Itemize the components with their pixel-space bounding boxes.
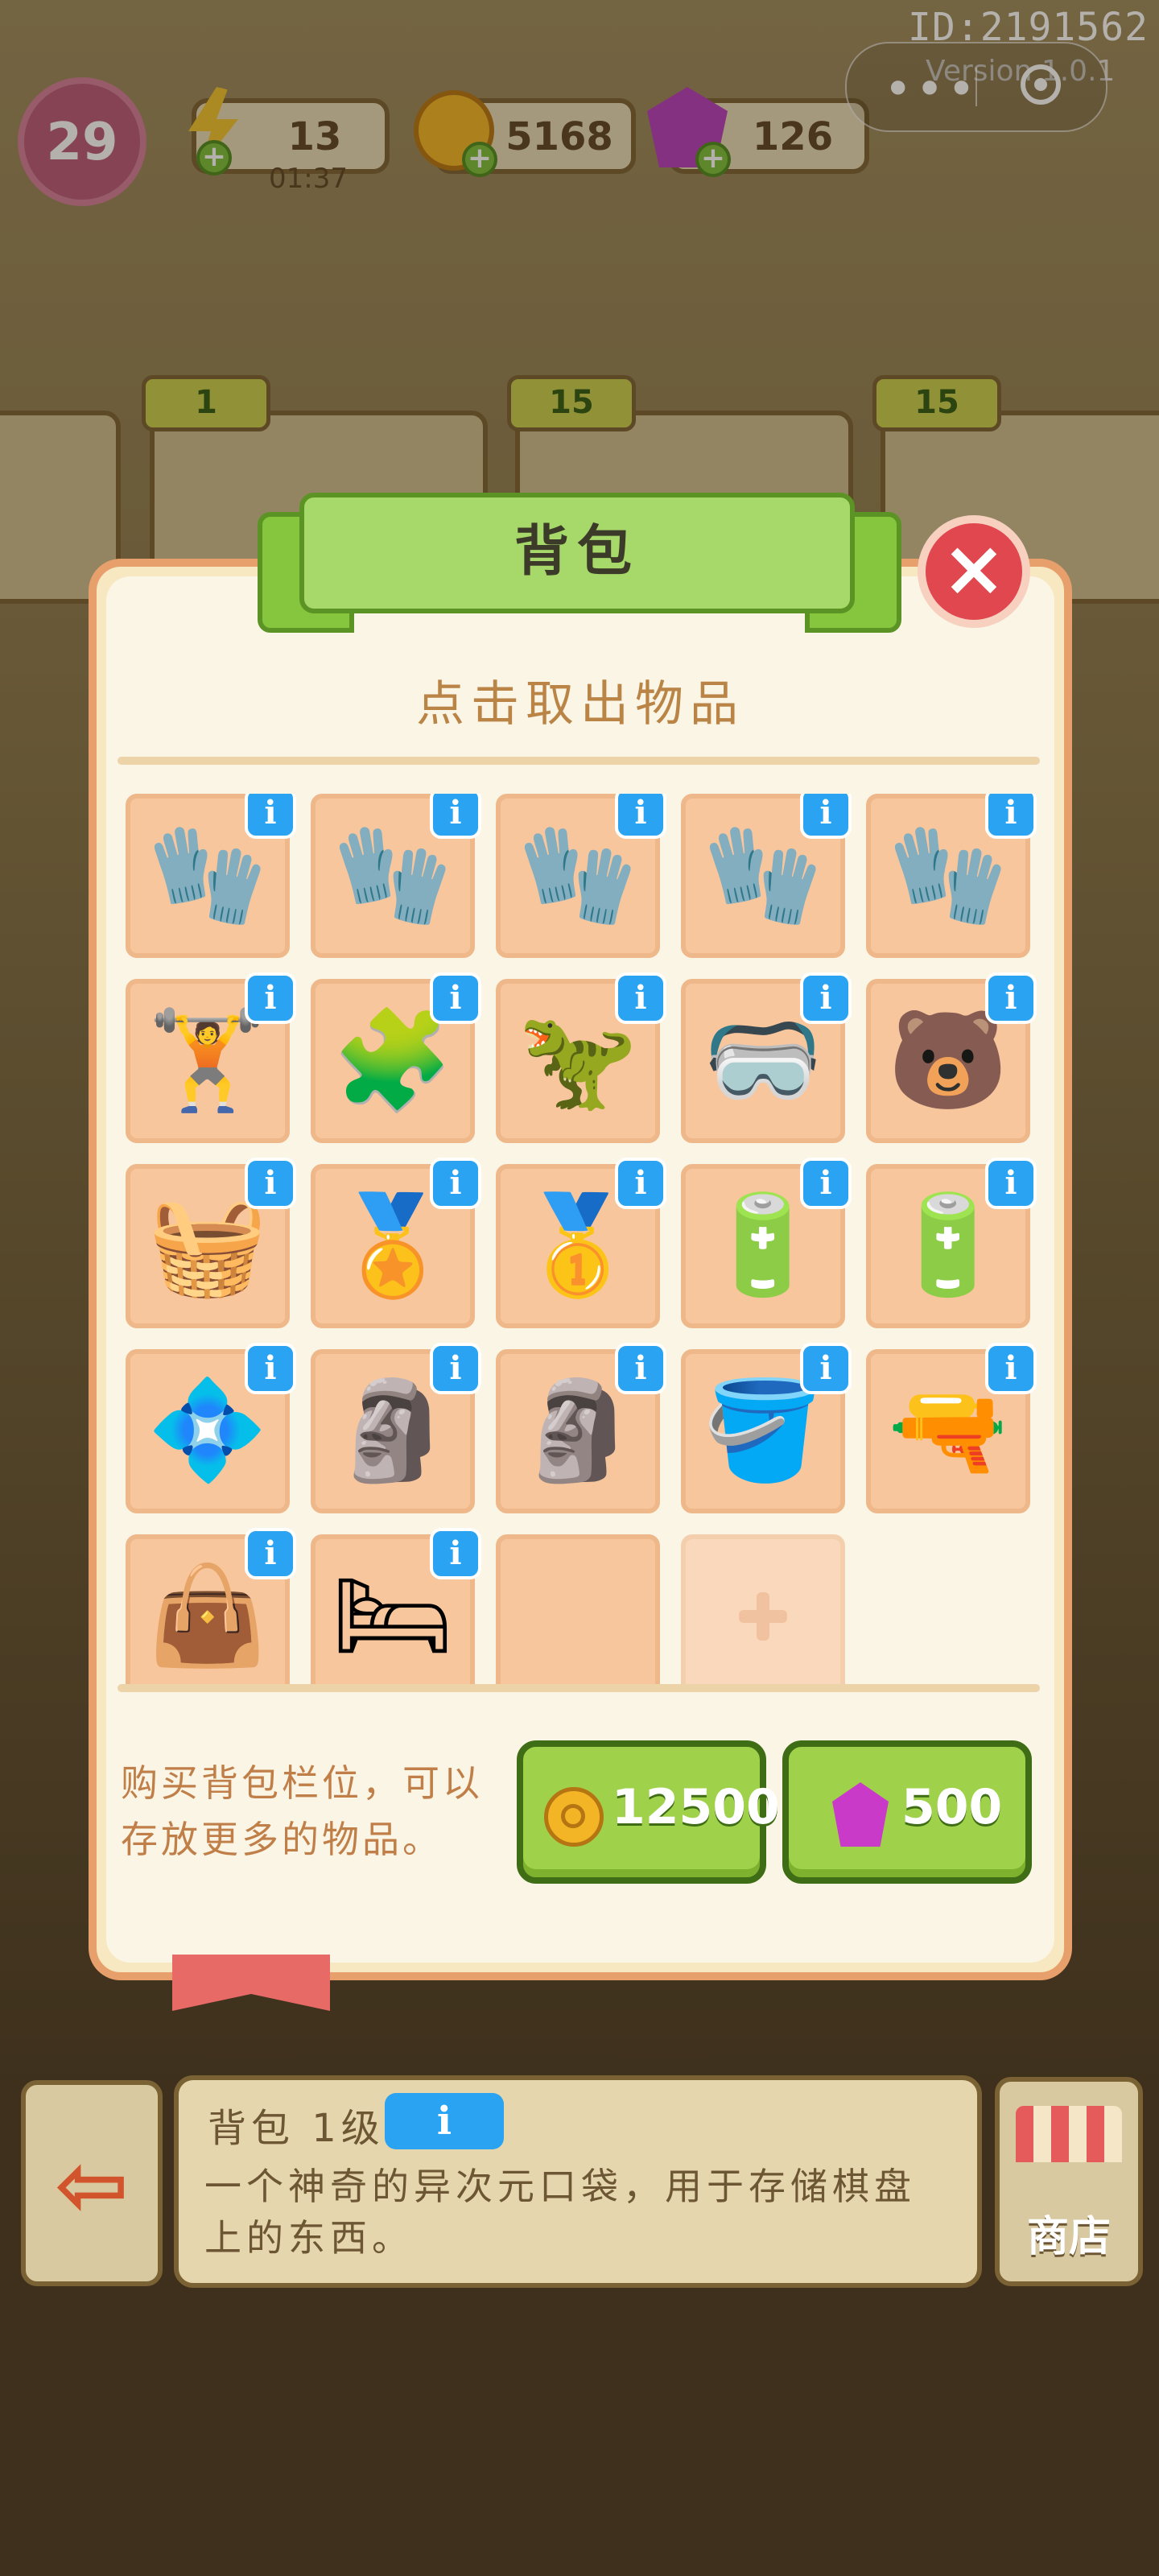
backpack-slot[interactable]: 🦖 i	[496, 972, 666, 1143]
backpack-slot[interactable]: 🔫 i	[866, 1343, 1037, 1513]
backpack-slot[interactable]: 🧤 i	[126, 794, 296, 958]
empty-slot[interactable]	[496, 1534, 660, 1684]
item-info-icon[interactable]: i	[430, 1528, 481, 1579]
backpack-slot[interactable]: 🏋 i	[126, 972, 296, 1143]
item-info-icon[interactable]: i	[430, 1158, 481, 1209]
item-title: 背包 1级	[208, 2106, 385, 2151]
buy-with-coins-button[interactable]: 12500	[517, 1740, 780, 1884]
item-info-button[interactable]: i	[385, 2093, 504, 2149]
item-info-icon[interactable]: i	[245, 1158, 296, 1209]
backpack-slot[interactable]: 🧩 i	[311, 972, 481, 1143]
backpack-slot[interactable]: 🧤 i	[681, 794, 852, 958]
gem-icon	[832, 1782, 889, 1847]
item-info-icon[interactable]: i	[800, 1343, 852, 1394]
exit-button[interactable]: ⇦	[21, 2080, 163, 2286]
buy-slot-text: 购买背包栏位，可以存放更多的物品。	[121, 1761, 483, 1861]
buy-with-gems-button[interactable]: 500	[782, 1740, 1032, 1884]
item-info-icon[interactable]: i	[985, 794, 1037, 839]
item-info-icon[interactable]: i	[430, 1343, 481, 1394]
backpack-slot[interactable]: 🧤 i	[311, 794, 481, 958]
shop-button[interactable]: 商店	[995, 2077, 1143, 2286]
backpack-slot[interactable]: 👜 i	[126, 1528, 296, 1684]
dialog-subtitle: 点击取出物品	[416, 676, 744, 733]
item-info-icon[interactable]: i	[245, 794, 296, 839]
divider	[118, 757, 1040, 765]
backpack-slot[interactable]: 🛏 i	[311, 1528, 481, 1684]
item-info-icon[interactable]: i	[615, 1343, 666, 1394]
divider	[118, 1684, 1040, 1692]
coin-price: 12500	[612, 1779, 780, 1835]
backpack-slot[interactable]: 🧤 i	[866, 794, 1037, 958]
item-info-icon[interactable]: i	[245, 1528, 296, 1579]
dialog-title-banner: 背包	[299, 493, 855, 613]
backpack-slot[interactable]: 🐻 i	[866, 972, 1037, 1143]
backpack-grid: 🧤 i 🧤 i 🧤 i 🧤 i 🧤 i 🏋 i 🧩 i 🦖 i 🥽 i 🐻 i 🧺 i 🏅 i 🥇 i 🔋 i 🔋 i 💠 i 🗿 i 🗿 i 🪣 i 🔫 i…	[126, 794, 1051, 1684]
item-info-icon[interactable]: i	[615, 1158, 666, 1209]
backpack-slot[interactable]: 🏅 i	[311, 1158, 481, 1328]
gem-price: 500	[901, 1779, 1003, 1835]
plus-icon	[739, 1592, 787, 1641]
item-info-icon[interactable]: i	[245, 1343, 296, 1394]
item-info-icon[interactable]: i	[245, 972, 296, 1024]
backpack-slot[interactable]: 💠 i	[126, 1343, 296, 1513]
backpack-slot[interactable]: 🧤 i	[496, 794, 666, 958]
close-button[interactable]: ×	[918, 515, 1030, 628]
add-slot-button[interactable]	[681, 1534, 845, 1684]
item-info-icon[interactable]: i	[615, 794, 666, 839]
shop-icon	[1016, 2106, 1122, 2162]
backpack-slot[interactable]: 🥇 i	[496, 1158, 666, 1328]
exit-icon: ⇦	[54, 2133, 130, 2236]
item-description-panel: 背包 1级 i 一个神奇的异次元口袋，用于存储棋盘上的东西。	[174, 2075, 982, 2288]
item-info-icon[interactable]: i	[430, 794, 481, 839]
backpack-slot[interactable]: 🔋 i	[681, 1158, 852, 1328]
item-info-icon[interactable]: i	[985, 1343, 1037, 1394]
shop-label: 商店	[1026, 2213, 1111, 2261]
backpack-slot[interactable]: 🗿 i	[311, 1343, 481, 1513]
dialog-title: 背包	[514, 520, 640, 584]
item-info-icon[interactable]: i	[985, 972, 1037, 1024]
item-info-icon[interactable]: i	[430, 972, 481, 1024]
backpack-slot[interactable]: 🥽 i	[681, 972, 852, 1143]
item-info-icon[interactable]: i	[985, 1158, 1037, 1209]
item-info-icon[interactable]: i	[800, 972, 852, 1024]
backpack-slot[interactable]: 🧺 i	[126, 1158, 296, 1328]
backpack-slot[interactable]: 🔋 i	[866, 1158, 1037, 1328]
backpack-slot[interactable]: 🗿 i	[496, 1343, 666, 1513]
backpack-slot[interactable]: 🪣 i	[681, 1343, 852, 1513]
coin-icon	[544, 1787, 604, 1847]
item-info-icon[interactable]: i	[615, 972, 666, 1024]
item-description: 一个神奇的异次元口袋，用于存储棋盘上的东西。	[204, 2165, 916, 2260]
item-info-icon[interactable]: i	[800, 1158, 852, 1209]
item-info-icon[interactable]: i	[800, 794, 852, 839]
